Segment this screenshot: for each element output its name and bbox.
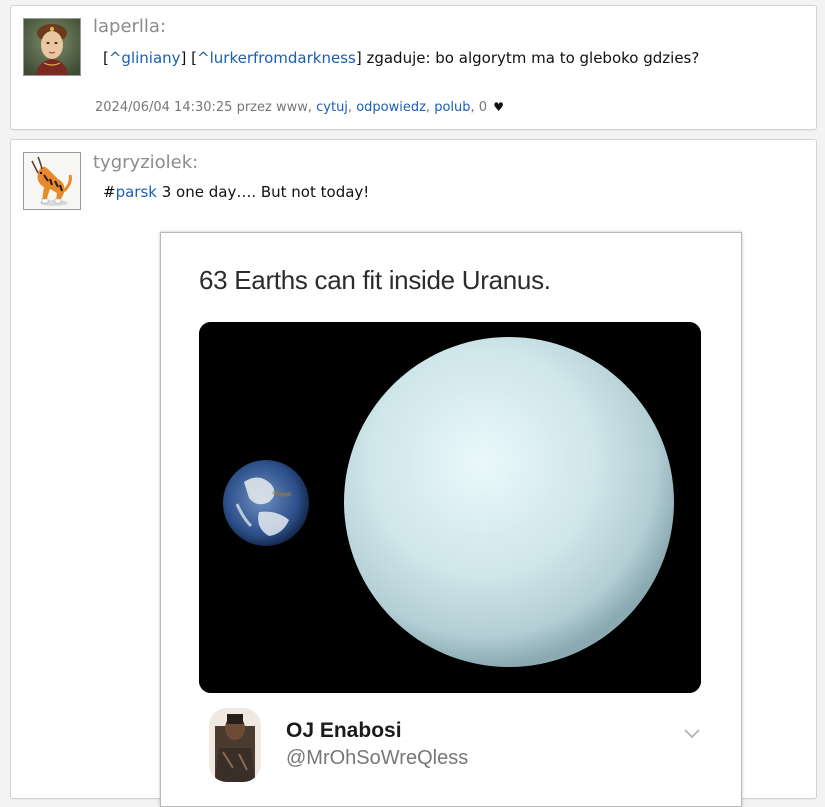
tweet-author-avatar — [209, 708, 261, 782]
avatar-portrait-image — [24, 19, 80, 75]
reply-link[interactable]: odpowiedz — [356, 100, 426, 115]
quote-link[interactable]: cytuj — [316, 100, 348, 115]
like-count: 0 — [478, 100, 488, 115]
comment-body: [^gliniany] [^lurkerfromdarkness] zgaduj… — [103, 49, 700, 67]
avatar[interactable] — [23, 18, 81, 76]
comment-author[interactable]: laperlla: — [93, 16, 166, 37]
comment-text: 3 one day…. But not today! — [156, 183, 370, 201]
chevron-down-icon — [683, 725, 701, 739]
mention-lurkerfromdarkness-link[interactable]: ^lurkerfromdarkness — [197, 49, 356, 67]
planets-photo — [199, 322, 701, 693]
hashtag-parsk-link[interactable]: parsk — [116, 183, 157, 201]
tweet-author-name: OJ Enabosi — [286, 719, 402, 742]
earth-planet — [223, 460, 309, 546]
comment-body: #parsk 3 one day…. But not today! — [103, 183, 370, 201]
heart-icon: ♥ — [493, 100, 504, 114]
comment-text: zgaduje: bo algorytm ma to gleboko gdzie… — [361, 49, 700, 67]
comment-meta: 2024/06/04 14:30:25 przez www, cytuj, od… — [95, 100, 504, 115]
avatar[interactable] — [23, 152, 81, 210]
comment-laperlla: laperlla: [^gliniany] [^lurkerfromdarkne… — [10, 5, 817, 130]
comment-author[interactable]: tygryziolek: — [93, 152, 198, 173]
like-link[interactable]: polub — [434, 100, 470, 115]
mention-gliniany-link[interactable]: ^gliniany — [109, 49, 181, 67]
tweet-author-handle: @MrOhSoWreQless — [286, 747, 469, 769]
meme-title: 63 Earths can fit inside Uranus. — [199, 265, 551, 295]
embedded-meme-image[interactable]: 63 Earths can fit inside Uranus. OJ Enab… — [160, 232, 742, 807]
earth-uranus-illustration — [199, 322, 701, 693]
tweet-avatar-image — [209, 708, 261, 782]
comment-timestamp: 2024/06/04 14:30:25 przez www, — [95, 100, 317, 115]
comment-tygryziolek: tygryziolek: #parsk 3 one day…. But not … — [10, 139, 817, 807]
uranus-planet — [344, 337, 674, 667]
avatar-tiger-image — [24, 153, 80, 209]
